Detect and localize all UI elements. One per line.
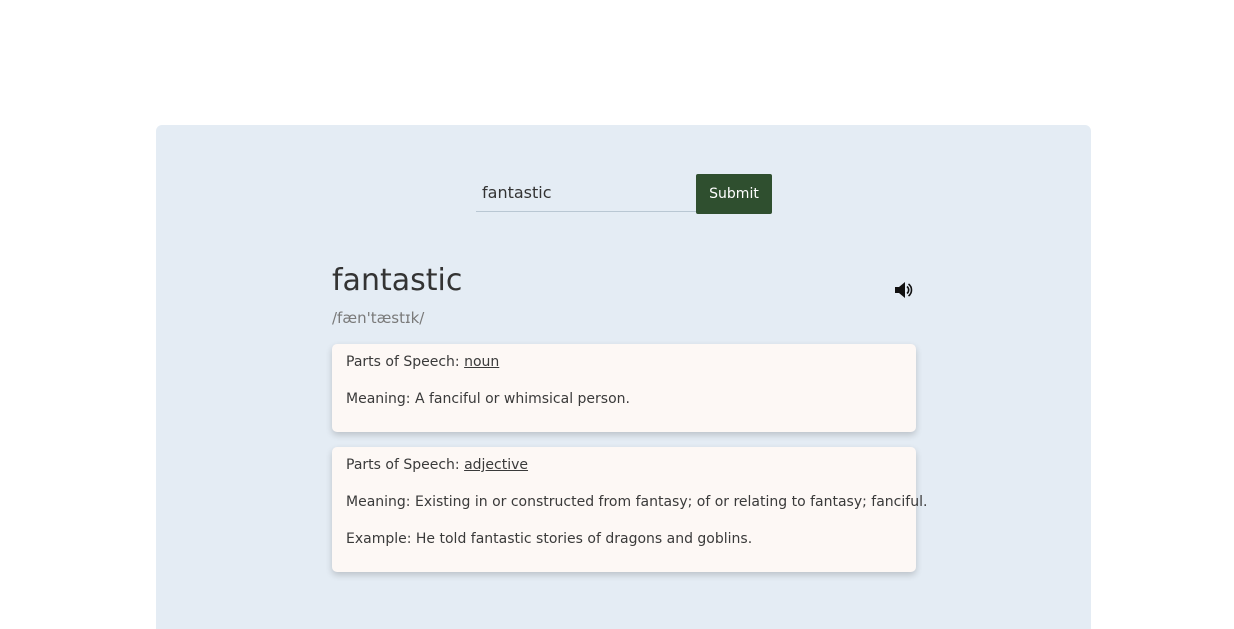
phonetic-text: /fæn'tæstɪk/ xyxy=(332,309,425,327)
meaning-card: Parts of Speech: adjective Meaning: Exis… xyxy=(332,447,927,572)
parts-of-speech: Parts of Speech: noun xyxy=(346,352,902,372)
search-input[interactable] xyxy=(476,174,696,212)
speaker-icon-graphic xyxy=(895,282,913,298)
example-label: Example: xyxy=(346,531,416,547)
dictionary-panel: Submit fantastic /fæn'tæstɪk/ Parts of S… xyxy=(156,125,1091,629)
example-text: Example: He told fantastic stories of dr… xyxy=(346,529,902,549)
meaning-text: Meaning: Existing in or constructed from… xyxy=(346,492,927,512)
word-title: fantastic xyxy=(332,263,463,298)
meaning-definition: Existing in or constructed from fantasy;… xyxy=(414,494,928,510)
speaker-icon[interactable] xyxy=(893,278,917,302)
parts-of-speech: Parts of Speech: adjective xyxy=(346,455,902,475)
pos-link[interactable]: noun xyxy=(464,354,499,370)
meaning-label: Meaning: xyxy=(346,494,415,510)
meaning-text: Meaning: A fanciful or whimsical person. xyxy=(346,389,902,409)
pos-label: Parts of Speech: xyxy=(346,457,465,473)
meaning-label: Meaning: xyxy=(346,391,415,407)
example-sentence: He told fantastic stories of dragons and… xyxy=(415,531,753,547)
pos-label: Parts of Speech: xyxy=(346,354,465,370)
search-form: Submit xyxy=(476,174,772,214)
pos-link[interactable]: adjective xyxy=(464,457,528,473)
submit-button[interactable]: Submit xyxy=(696,174,772,214)
meaning-definition: A fanciful or whimsical person. xyxy=(414,391,630,407)
meaning-card: Parts of Speech: noun Meaning: A fancifu… xyxy=(332,344,916,432)
